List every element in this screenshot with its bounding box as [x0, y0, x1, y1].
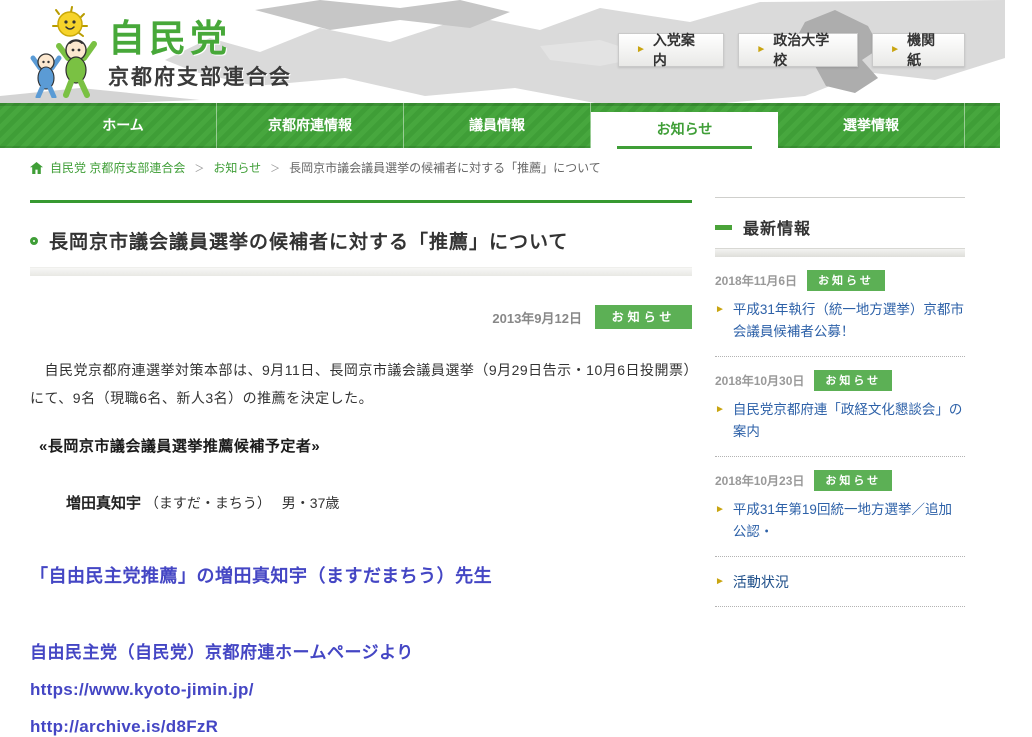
news-item[interactable]: 2018年11月6日 お知らせ ► 平成31年執行（統一地方選挙）京都市会議員候… [715, 257, 965, 357]
category-badge: お知らせ [595, 305, 692, 329]
breadcrumb-news-link[interactable]: お知らせ [213, 159, 261, 176]
news-link-text[interactable]: 自民党京都府連「政経文化懇談会」の案内 [733, 399, 965, 443]
candidate-details: （ますだ・まちう） 男・37歳 [145, 495, 339, 511]
news-badge: お知らせ [807, 270, 885, 291]
source-url-link[interactable]: https://www.kyoto-jimin.jp/ [30, 680, 692, 700]
breadcrumb-current-page: 長岡京市議会議員選挙の候補者に対する「推薦」について [289, 159, 601, 176]
breadcrumb: 自民党 京都府支部連合会 ＞ お知らせ ＞ 長岡京市議会議員選挙の候補者に対する… [30, 159, 601, 176]
nav-tab-election-label: 選挙情報 [843, 117, 899, 133]
news-item[interactable]: 2018年10月23日 お知らせ ► 平成31年第19回統一地方選挙／追加公認・ [715, 457, 965, 557]
politics-school-label: 政治大学校 [773, 30, 840, 70]
highlight-heading: 「自由民主党推薦」の増田真知宇（ますだまちう）先生 [30, 562, 692, 588]
green-bar-icon [715, 225, 732, 230]
sidebar-latest-news: 最新情報 2018年11月6日 お知らせ ► 平成31年執行（統一地方選挙）京都… [715, 197, 965, 607]
site-logo[interactable]: 自民党 京都府支部連合会 [26, 6, 292, 98]
party-paper-button[interactable]: ► 機関紙 [872, 33, 965, 67]
nav-tab-election[interactable]: 選挙情報 [778, 103, 965, 148]
join-party-label: 入党案内 [653, 30, 706, 70]
nav-tab-members-label: 議員情報 [469, 117, 525, 133]
article-subheading: «長岡京市議会議員選挙推薦候補予定者» [30, 435, 692, 456]
nav-tab-home[interactable]: ホーム [30, 103, 217, 148]
mascot-icon [26, 6, 102, 98]
nav-tab-news[interactable]: お知らせ [591, 103, 778, 148]
breadcrumb-home-link[interactable]: 自民党 京都府支部連合会 [50, 159, 185, 176]
article-title-block: 長岡京市議会議員選挙の候補者に対する「推薦」について [30, 200, 692, 276]
site-title: 自民党 [108, 20, 292, 59]
candidate-name: 増田真知宇 [66, 495, 141, 512]
sidebar-heading-strip [715, 248, 965, 257]
arrow-right-icon: ► [715, 405, 725, 443]
arrow-right-icon: ► [890, 45, 900, 55]
news-date: 2018年10月30日 [715, 372, 804, 389]
main-nav: ホーム 京都府連情報 議員情報 お知らせ 選挙情報 [0, 103, 1000, 148]
source-line: 自由民主党（自民党）京都府連ホームページより [30, 638, 692, 663]
arrow-right-icon: ► [756, 45, 766, 55]
title-bottom-strip [30, 267, 692, 276]
nav-tab-kyoto-info-label: 京都府連情報 [268, 117, 352, 133]
nav-tab-news-label: お知らせ [657, 121, 713, 137]
header-buttons: ► 入党案内 ► 政治大学校 ► 機関紙 [618, 33, 965, 67]
activity-link-label: 活動状況 [733, 572, 789, 592]
home-icon [30, 162, 43, 174]
news-badge: お知らせ [814, 370, 892, 391]
site-header: 自民党 京都府支部連合会 ► 入党案内 ► 政治大学校 ► 機関紙 [0, 0, 1005, 103]
sidebar-heading: 最新情報 [743, 215, 811, 239]
arrow-right-icon: ► [715, 505, 725, 543]
news-link-text[interactable]: 平成31年執行（統一地方選挙）京都市会議員候補者公募！ [733, 299, 965, 343]
arrow-right-icon: ► [636, 45, 646, 55]
nav-tab-members[interactable]: 議員情報 [404, 103, 591, 148]
news-date: 2018年11月6日 [715, 272, 797, 289]
article-meta-row: 2013年9月12日 お知らせ [30, 305, 692, 329]
news-badge: お知らせ [814, 470, 892, 491]
article-title: 長岡京市議会議員選挙の候補者に対する「推薦」について [49, 227, 568, 254]
article-paragraph: 自民党京都府連選挙対策本部は、9月11日、長岡京市議会議員選挙（9月29日告示・… [30, 356, 692, 412]
breadcrumb-separator: ＞ [194, 160, 204, 175]
party-paper-label: 機関紙 [907, 30, 947, 70]
sidebar-activity-link[interactable]: ► 活動状況 [715, 557, 965, 607]
candidate-line: 増田真知宇 （ますだ・まちう） 男・37歳 [30, 492, 692, 513]
ring-bullet-icon [30, 237, 38, 245]
site-subtitle: 京都府支部連合会 [108, 61, 292, 91]
news-link-text[interactable]: 平成31年第19回統一地方選挙／追加公認・ [733, 499, 965, 543]
politics-school-button[interactable]: ► 政治大学校 [738, 33, 858, 67]
arrow-right-icon: ► [715, 577, 725, 587]
nav-tab-home-label: ホーム [102, 117, 144, 133]
breadcrumb-separator: ＞ [270, 160, 280, 175]
article-date: 2013年9月12日 [492, 308, 582, 327]
news-date: 2018年10月23日 [715, 472, 804, 489]
nav-tab-news-active[interactable]: お知らせ [591, 112, 778, 159]
nav-tab-kyoto-info[interactable]: 京都府連情報 [217, 103, 404, 148]
news-item[interactable]: 2018年10月30日 お知らせ ► 自民党京都府連「政経文化懇談会」の案内 [715, 357, 965, 457]
arrow-right-icon: ► [715, 305, 725, 343]
join-party-button[interactable]: ► 入党案内 [618, 33, 724, 67]
archive-url-link[interactable]: http://archive.is/d8FzR [30, 717, 692, 737]
article-main: 長岡京市議会議員選挙の候補者に対する「推薦」について 2013年9月12日 お知… [30, 200, 692, 737]
